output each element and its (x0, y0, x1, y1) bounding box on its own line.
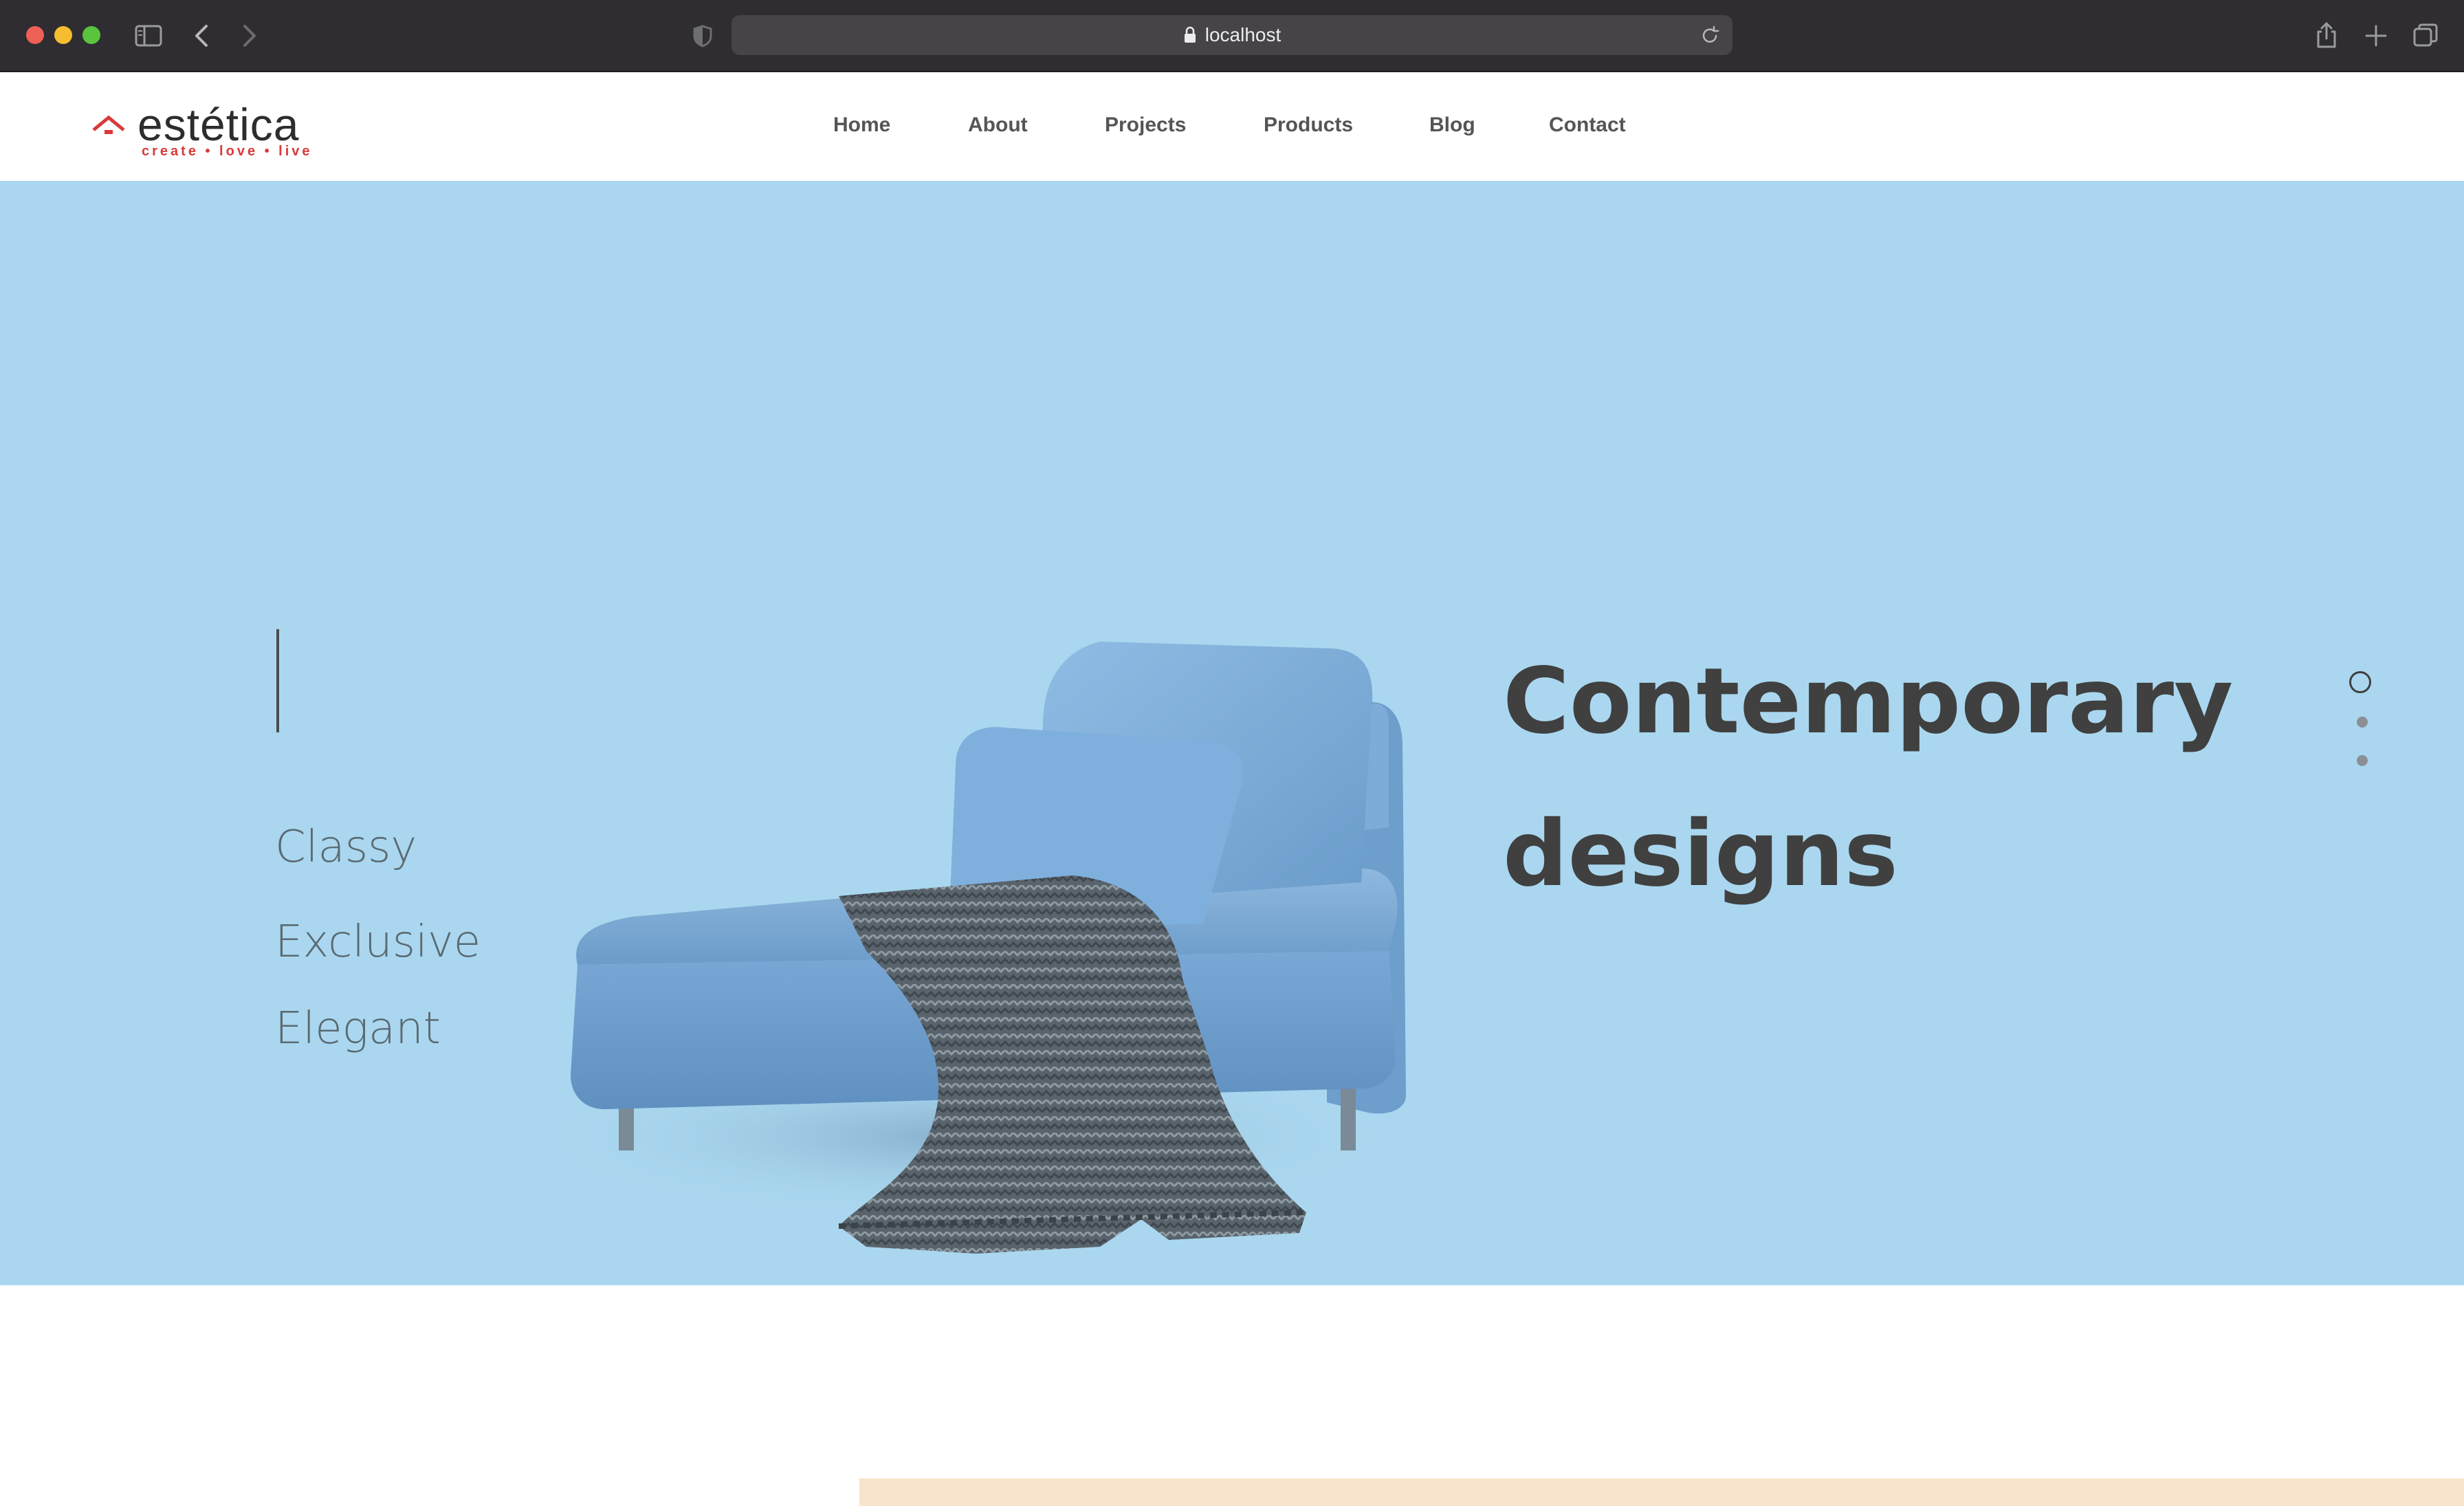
hero-slider: Classy Exclusive Elegant Contemporary de… (0, 181, 2464, 1285)
nav-blog-link[interactable]: Blog (1429, 113, 1475, 137)
privacy-shield-icon[interactable] (685, 18, 720, 54)
slide-dot-1[interactable] (2349, 671, 2371, 693)
chaise-lounge-image (522, 642, 1406, 1254)
forward-icon[interactable] (231, 18, 267, 54)
feature-exclusive: Exclusive (275, 917, 481, 968)
feature-elegant: Elegant (275, 1003, 441, 1054)
accent-vertical-line (276, 629, 279, 732)
nav-products-link[interactable]: Products (1264, 113, 1353, 137)
url-text: localhost (1204, 24, 1282, 45)
close-window-button[interactable] (26, 26, 44, 44)
nav-home-link[interactable]: Home (833, 113, 890, 137)
sidebar-toggle-icon[interactable] (131, 18, 166, 54)
browser-toolbar: localhost (0, 0, 2464, 72)
slide-dot-3[interactable] (2357, 755, 2368, 766)
back-icon[interactable] (184, 18, 220, 54)
nav-contact-link[interactable]: Contact (1549, 113, 1626, 137)
main-navigation: Home About Projects Products Blog Contac… (0, 113, 2464, 141)
new-tab-icon[interactable] (2358, 18, 2394, 54)
nav-about-link[interactable]: About (968, 113, 1028, 137)
site-header: estética create • love • live Home About… (0, 72, 2464, 181)
nav-projects-link[interactable]: Projects (1105, 113, 1186, 137)
address-bar[interactable]: localhost (732, 15, 1732, 55)
headline-line-1: Contemporary (1503, 648, 2234, 754)
tab-overview-icon[interactable] (2408, 18, 2443, 54)
slide-dot-2[interactable] (2357, 717, 2368, 728)
hero-headline: Contemporary designs (1503, 625, 2328, 930)
logo-tagline: create • love • live (142, 144, 313, 159)
feature-classy: Classy (275, 822, 417, 873)
lock-icon (1184, 26, 1196, 43)
next-section-banner (859, 1478, 2464, 1506)
slide-dots (2349, 671, 2377, 788)
reload-icon[interactable] (1698, 24, 1722, 47)
share-icon[interactable] (2309, 18, 2344, 54)
minimize-window-button[interactable] (54, 26, 72, 44)
zoom-window-button[interactable] (82, 26, 100, 44)
headline-line-2: designs (1503, 801, 1898, 907)
